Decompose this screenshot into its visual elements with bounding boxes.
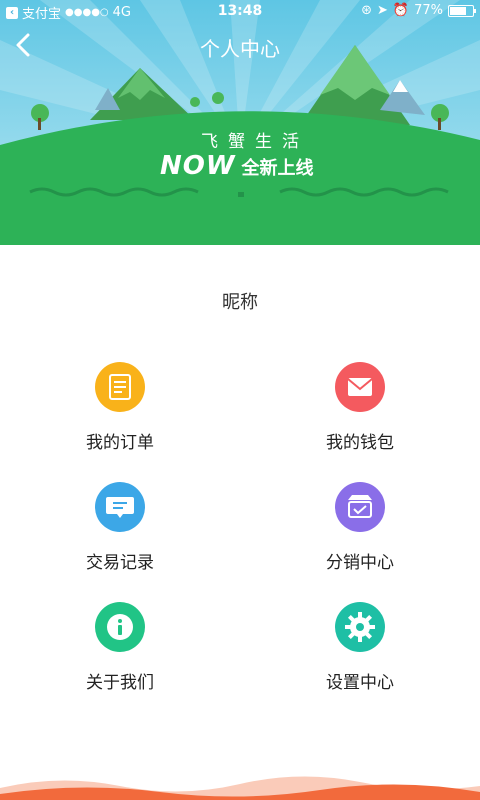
menu-label-distribution: 分销中心 [326, 553, 394, 573]
menu-item-wallet[interactable]: 我的钱包 [280, 362, 440, 462]
footer-wave-decoration [0, 776, 480, 800]
user-nickname[interactable]: 昵称 [0, 288, 480, 314]
status-right: ⊛ ➤ ⏰ 77% [361, 3, 476, 18]
menu-item-settings[interactable]: 设置中心 [280, 602, 440, 702]
page-title: 个人中心 [200, 37, 280, 61]
banner-slogan-now: NOW [160, 151, 236, 181]
message-icon [95, 482, 145, 532]
menu-label-orders: 我的订单 [86, 433, 154, 453]
banner-slogan-main: NOW 全新上线 [160, 151, 314, 181]
order-icon [95, 362, 145, 412]
info-icon [95, 602, 145, 652]
menu-label-about: 关于我们 [86, 673, 154, 693]
menu-label-settings: 设置中心 [326, 673, 394, 693]
banner-slogan-sub: 全新上线 [241, 158, 314, 179]
menu-item-distribution[interactable]: 分销中心 [280, 482, 440, 582]
banner-slogan-top: 飞蟹生活 [201, 132, 309, 152]
gear-icon [335, 602, 385, 652]
battery-icon [448, 4, 476, 17]
rotation-lock-icon: ⊛ [361, 3, 372, 18]
wallet-icon [335, 362, 385, 412]
menu-item-trades[interactable]: 交易记录 [40, 482, 200, 582]
status-bar: ‹ 支付宝 ●●●●○ 4G 13:48 ⊛ ➤ ⏰ 77% [0, 0, 480, 22]
battery-percent: 77% [414, 3, 443, 18]
menu-label-trades: 交易记录 [86, 553, 154, 573]
store-icon [335, 482, 385, 532]
menu-item-orders[interactable]: 我的订单 [40, 362, 200, 462]
menu-label-wallet: 我的钱包 [326, 433, 394, 453]
alarm-icon: ⏰ [392, 3, 410, 18]
menu-item-about[interactable]: 关于我们 [40, 602, 200, 702]
location-icon: ➤ [377, 3, 388, 18]
